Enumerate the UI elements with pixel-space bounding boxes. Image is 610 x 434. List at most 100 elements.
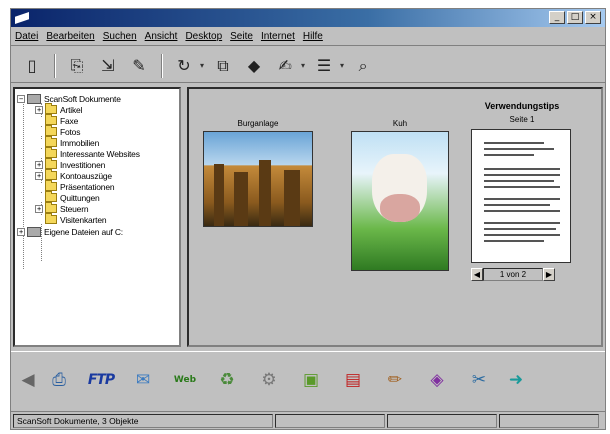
stamp-dropdown-icon[interactable]: ▾ [301, 61, 305, 70]
minimize-button[interactable]: _ [549, 11, 565, 24]
folder-icon [45, 136, 57, 147]
expander-placeholder [35, 182, 43, 191]
rotate-icon[interactable]: ↻ [171, 53, 197, 79]
next-page-button[interactable]: ▶ [543, 267, 555, 281]
tree-root[interactable]: − ScanSoft Dokumente [17, 93, 121, 104]
expander-placeholder [35, 127, 43, 136]
menu-hilfe[interactable]: Hilfe [301, 31, 329, 42]
menu-bar: Datei Bearbeiten Suchen Ansicht Desktop … [11, 28, 605, 46]
fax-icon[interactable]: ✉ [129, 366, 157, 394]
pencil-icon[interactable]: ✎ [126, 53, 152, 79]
title-bar[interactable]: _ □ × [11, 9, 605, 27]
status-text: ScanSoft Dokumente, 3 Objekte [13, 413, 273, 428]
maximize-button[interactable]: □ [567, 11, 583, 24]
tree-root-c[interactable]: + Eigene Dateien auf C: [17, 226, 123, 237]
folder-icon [45, 103, 57, 114]
list-view-icon[interactable]: ☰ [311, 53, 337, 79]
folder-icon [45, 191, 57, 202]
view-dropdown-icon[interactable]: ▾ [340, 61, 344, 70]
expander-placeholder [35, 116, 43, 125]
thumbnail-cow[interactable] [351, 131, 449, 271]
menu-internet[interactable]: Internet [259, 31, 301, 42]
tree-item-fotos[interactable]: Fotos [35, 125, 81, 137]
folder-icon [45, 125, 57, 136]
tree-line [23, 101, 24, 269]
menu-seite[interactable]: Seite [228, 31, 259, 42]
scan-icon[interactable]: ⎘ [64, 53, 90, 79]
menu-bearbeiten[interactable]: Bearbeiten [44, 31, 100, 42]
drive-icon [27, 93, 41, 104]
expand-icon[interactable]: + [35, 204, 43, 213]
folder-tree[interactable]: − ScanSoft Dokumente + Artikel Faxe Foto… [13, 87, 181, 347]
folder-icon [45, 147, 57, 158]
toolbar: ▯ ⎘ ⇲ ✎ ↻ ▾ ⧉ ◆ ✍ ▾ ☰ ▾ ⌕ [11, 49, 605, 83]
printer-icon[interactable]: ⎙ [45, 366, 73, 394]
zoom-icon[interactable]: ⌕ [350, 53, 376, 79]
status-cell-empty [499, 413, 599, 428]
thumbnail-castle[interactable] [203, 131, 313, 227]
expander-placeholder [35, 138, 43, 147]
drive-icon [27, 226, 41, 237]
folder-icon [45, 202, 57, 213]
tree-item-label: Kontoauszüge [60, 170, 112, 181]
folder-icon [45, 169, 57, 180]
close-button[interactable]: × [585, 11, 601, 24]
web-icon[interactable]: Web [171, 366, 199, 394]
expand-icon[interactable]: + [35, 105, 43, 114]
tree-item-steuern[interactable]: + Steuern [35, 202, 89, 214]
forward-arrow-icon[interactable]: ➜ [507, 366, 525, 394]
expand-icon[interactable]: + [17, 227, 25, 236]
eraser-icon[interactable]: ◆ [241, 53, 267, 79]
ftp-icon[interactable]: FTP [87, 366, 115, 394]
expand-icon[interactable]: + [35, 171, 43, 180]
thumbnail-label: Burganlage [237, 119, 279, 128]
acquire-icon[interactable]: ⇲ [95, 53, 121, 79]
thumbnail-title: Verwendungstips [484, 101, 560, 111]
recycle-icon[interactable]: ♻ [213, 366, 241, 394]
paint-icon[interactable]: ✏ [381, 366, 409, 394]
toolbar-separator [54, 53, 56, 78]
menu-desktop[interactable]: Desktop [183, 31, 228, 42]
rotate-dropdown-icon[interactable]: ▾ [200, 61, 204, 70]
scissors-icon[interactable]: ✂ [465, 366, 493, 394]
expander-placeholder [35, 215, 43, 224]
new-document-icon[interactable]: ▯ [19, 53, 45, 79]
tools-icon[interactable]: ⚙ [255, 366, 283, 394]
tree-item-faxe[interactable]: Faxe [35, 114, 78, 126]
tree-item-label: Visitenkarten [60, 214, 107, 225]
image-icon[interactable]: ▣ [297, 366, 325, 394]
tree-item-label: Artikel [60, 104, 83, 115]
thumbnail-document[interactable] [471, 129, 571, 263]
app-logo-icon[interactable] [15, 12, 29, 24]
thumbnail-view[interactable]: Burganlage Kuh Verwendungstips Seite 1 ◀… [187, 87, 603, 347]
tree-item-label: Präsentationen [60, 181, 115, 192]
color-icon[interactable]: ◈ [423, 366, 451, 394]
menu-suchen[interactable]: Suchen [101, 31, 143, 42]
tree-root-c-label: Eigene Dateien auf C: [44, 226, 123, 237]
back-arrow-icon[interactable]: ◀ [19, 366, 37, 394]
status-cell-empty [387, 413, 497, 428]
thumbnail-label: Kuh [392, 119, 408, 128]
expander-placeholder [35, 149, 43, 158]
tree-item-artikel[interactable]: + Artikel [35, 103, 83, 115]
pdf-icon[interactable]: ▤ [339, 366, 367, 394]
folder-icon [45, 158, 57, 169]
expand-icon[interactable]: + [35, 160, 43, 169]
tree-item-label: Investitionen [60, 159, 106, 170]
toolbar-separator [161, 53, 163, 78]
tree-item-label: Interessante Websites [60, 148, 140, 159]
main-window: _ □ × Datei Bearbeiten Suchen Ansicht De… [10, 8, 606, 430]
tree-item-label: Immobilien [60, 137, 100, 148]
previous-page-button[interactable]: ◀ [471, 267, 483, 281]
menu-datei[interactable]: Datei [13, 31, 44, 42]
collapse-icon[interactable]: − [17, 94, 25, 103]
tree-item-label: Fotos [60, 126, 81, 137]
page-indicator: 1 von 2 [483, 267, 543, 281]
thumbnail-subtitle: Seite 1 [509, 115, 535, 124]
tree-item-visitenkarten[interactable]: Visitenkarten [35, 213, 107, 225]
menu-ansicht[interactable]: Ansicht [143, 31, 184, 42]
stamp-icon[interactable]: ✍ [272, 53, 298, 79]
copy-icon[interactable]: ⧉ [210, 53, 236, 79]
page-navigator: ◀ 1 von 2 ▶ [471, 267, 555, 281]
expander-placeholder [35, 193, 43, 202]
